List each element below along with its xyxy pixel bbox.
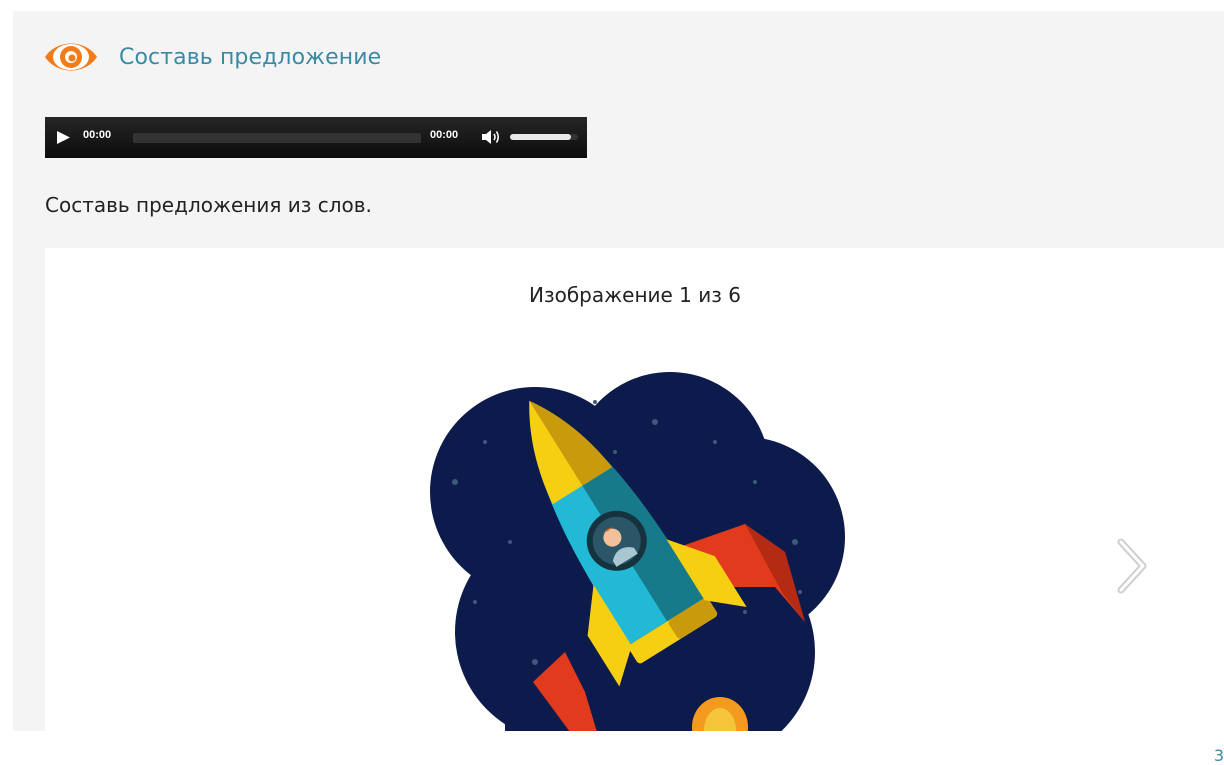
instruction-text: Составь предложения из слов.: [45, 193, 372, 217]
activity-title-link[interactable]: Составь предложение: [119, 45, 381, 70]
chevron-right-icon[interactable]: [1115, 538, 1149, 594]
current-time: 00:00: [83, 129, 112, 141]
play-icon[interactable]: [56, 130, 71, 145]
rocket-illustration: [430, 372, 845, 731]
volume-level: [510, 134, 572, 140]
eye-icon: [45, 43, 97, 71]
page-number: 3: [1213, 746, 1224, 765]
audio-player: 00:00 00:00: [45, 117, 587, 158]
volume-icon[interactable]: [481, 128, 501, 146]
image-counter: Изображение 1 из 6: [529, 283, 741, 307]
progress-bar[interactable]: [133, 133, 421, 143]
image-viewer: Изображение 1 из 6: [45, 248, 1224, 731]
activity-panel: Составь предложение 00:00 00:00 Составь …: [13, 11, 1224, 731]
duration-time: 00:00: [430, 129, 459, 141]
activity-header: Составь предложение: [43, 35, 381, 79]
volume-slider[interactable]: [510, 134, 578, 140]
